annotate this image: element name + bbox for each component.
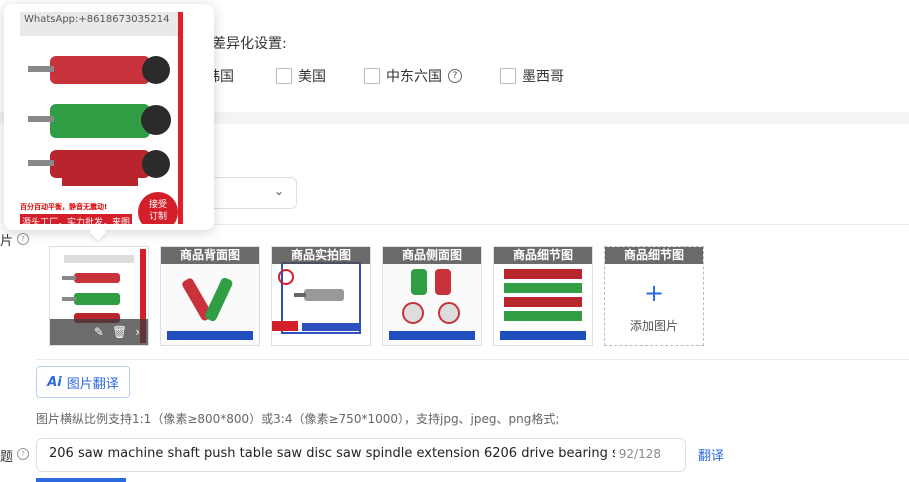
image-toolbar: ✎ 🗑 ›	[50, 319, 148, 345]
image-caption: 商品背面图	[161, 247, 259, 264]
image-translate-button[interactable]: Ai 图片翻译	[36, 366, 130, 398]
char-counter: 92/128	[618, 447, 661, 461]
edit-icon[interactable]: ✎	[94, 325, 104, 339]
images-field-label: 片	[0, 234, 14, 249]
checkbox-box[interactable]	[500, 68, 516, 84]
stamp-line-1: 接受	[148, 200, 167, 210]
add-image-label: 添加图片	[629, 319, 678, 333]
title-translate-link[interactable]: 翻译	[698, 445, 724, 464]
preview-slogan-2: 源头工厂，实力批发，来图	[20, 214, 133, 224]
product-title-input[interactable]: 206 saw machine shaft push table saw dis…	[36, 438, 686, 472]
region-checkbox-middle-east[interactable]: 中东六国 ?	[364, 66, 462, 86]
image-preview-popover: 接受 订制 百分百动平衡，静音无震动! 源头工厂，实力批发，来图 WhatsAp…	[4, 4, 214, 241]
image-caption: 商品实拍图	[272, 247, 370, 264]
preview-image: 接受 订制 百分百动平衡，静音无震动! 源头工厂，实力批发，来图	[20, 12, 183, 224]
plus-icon: +	[643, 279, 665, 307]
product-image-side[interactable]: 商品侧面图	[382, 246, 482, 346]
add-image-button[interactable]: 商品细节图 + 添加图片	[604, 246, 704, 346]
image-format-hint: 图片横纵比例支持1:1（像素≥800*800）或3:4（像素≥750*1000）…	[36, 412, 560, 426]
checkbox-box[interactable]	[364, 68, 380, 84]
primary-button-edge[interactable]	[36, 478, 126, 482]
question-circle-icon[interactable]: ?	[448, 69, 462, 83]
image-translate-label: 图片翻译	[66, 376, 119, 392]
region-checkbox-mexico[interactable]: 墨西哥	[500, 66, 564, 86]
custom-order-stamp: 接受 订制	[138, 192, 178, 224]
stamp-line-2: 订制	[148, 212, 167, 222]
product-image-detail[interactable]: 商品细节图	[493, 246, 593, 346]
title-field-label: 题	[0, 450, 14, 465]
chevron-right-icon[interactable]: ›	[135, 325, 140, 339]
region-label: 美国	[298, 69, 326, 85]
image-caption: 商品细节图	[605, 247, 703, 264]
image-caption: 商品细节图	[494, 247, 592, 264]
product-image-main[interactable]: ✎ 🗑 ›	[49, 246, 149, 346]
question-circle-icon[interactable]: ?	[17, 233, 29, 245]
region-label: 中东六国	[386, 69, 442, 85]
product-image-photo[interactable]: 商品实拍图	[271, 246, 371, 346]
product-image-back[interactable]: 商品背面图	[160, 246, 260, 346]
delete-icon[interactable]: 🗑	[112, 325, 127, 339]
title-value[interactable]: 206 saw machine shaft push table saw dis…	[49, 446, 615, 461]
ai-icon: Ai	[47, 374, 62, 390]
question-circle-icon[interactable]: ?	[17, 448, 29, 460]
region-checkbox-usa[interactable]: 美国	[276, 66, 326, 86]
chevron-down-icon: ⌄	[273, 184, 284, 198]
checkbox-box[interactable]	[276, 68, 292, 84]
image-caption: 商品侧面图	[383, 247, 481, 264]
preview-slogan-1: 百分百动平衡，静音无震动!	[20, 203, 108, 211]
diff-settings-title: 差异化设置:	[212, 36, 287, 52]
whatsapp-text: WhatsApp:+8618673035214	[24, 14, 170, 25]
region-label: 墨西哥	[522, 69, 564, 85]
